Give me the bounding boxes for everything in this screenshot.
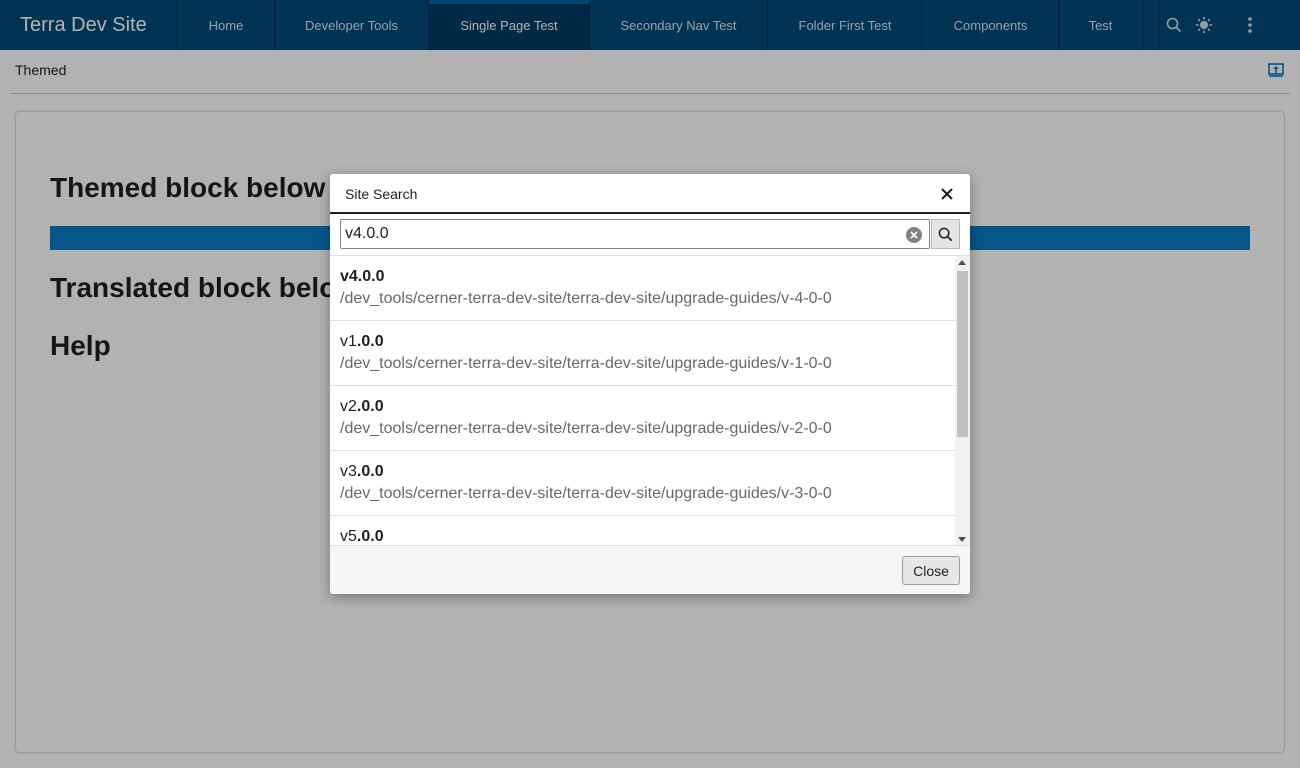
result-path: /dev_tools/cerner-terra-dev-site/terra-d… — [340, 485, 832, 502]
result-title-prefix: v1 — [340, 333, 357, 350]
result-title-prefix: v3 — [340, 463, 357, 480]
result-title: v2.0.0 — [340, 398, 384, 416]
scroll-down-arrow-icon[interactable] — [958, 537, 966, 542]
close-button[interactable]: Close — [902, 556, 960, 585]
dialog-footer: Close — [330, 545, 970, 594]
search-button[interactable] — [931, 219, 960, 249]
result-path: /dev_tools/cerner-terra-dev-site/terra-d… — [340, 420, 832, 437]
search-result-item[interactable]: v1.0.0 /dev_tools/cerner-terra-dev-site/… — [330, 321, 955, 386]
result-path: /dev_tools/cerner-terra-dev-site/terra-d… — [340, 290, 832, 307]
result-title-prefix: v5 — [340, 528, 357, 545]
results-scrollbar[interactable] — [955, 256, 970, 545]
search-input[interactable] — [345, 223, 895, 245]
search-result-item[interactable]: v3.0.0 /dev_tools/cerner-terra-dev-site/… — [330, 451, 955, 516]
scrollbar-thumb[interactable] — [957, 271, 968, 437]
result-title-match: .0.0 — [356, 398, 384, 415]
result-title-match: v4 — [340, 268, 358, 285]
search-row — [340, 219, 960, 249]
result-path: /dev_tools/cerner-terra-dev-site/terra-d… — [340, 355, 832, 372]
result-title-match: .0.0 — [356, 333, 384, 350]
dialog-title: Site Search — [345, 186, 418, 202]
result-title-suffix: .0.0 — [357, 268, 385, 285]
search-result-item[interactable]: v2.0.0 /dev_tools/cerner-terra-dev-site/… — [330, 386, 955, 451]
result-title-match: .0.0 — [356, 463, 384, 480]
result-title: v4.0.0 — [340, 268, 384, 286]
search-result-item[interactable]: v5.0.0 — [330, 516, 955, 545]
site-search-dialog: Site Search v4.0.0 /dev_tools/cerner-ter… — [330, 174, 970, 594]
result-title-prefix: v2 — [340, 398, 357, 415]
result-title: v1.0.0 — [340, 333, 384, 351]
result-title-match: .0.0 — [356, 528, 384, 545]
result-title: v3.0.0 — [340, 463, 384, 481]
close-icon[interactable] — [938, 185, 956, 203]
result-title: v5.0.0 — [340, 528, 384, 545]
search-results-list: v4.0.0 /dev_tools/cerner-terra-dev-site/… — [330, 255, 970, 545]
scroll-up-arrow-icon[interactable] — [958, 260, 966, 265]
clear-icon[interactable] — [905, 226, 923, 244]
search-result-item[interactable]: v4.0.0 /dev_tools/cerner-terra-dev-site/… — [330, 256, 955, 321]
search-field — [340, 219, 930, 249]
search-icon — [938, 227, 953, 241]
dialog-header: Site Search — [330, 174, 970, 214]
